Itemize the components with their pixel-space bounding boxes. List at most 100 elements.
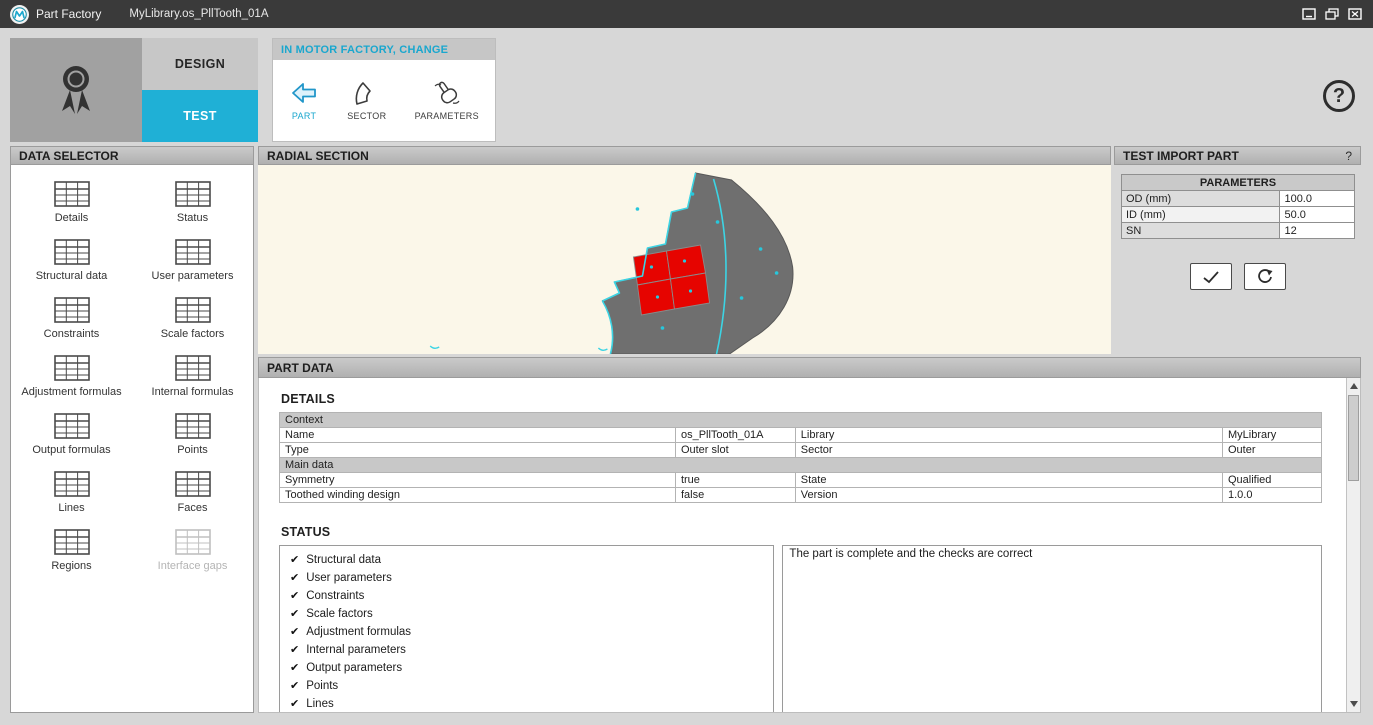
table-icon — [54, 181, 90, 207]
table-row: ID (mm) 50.0 — [1122, 207, 1355, 223]
app-logo-icon — [10, 5, 29, 24]
apply-button[interactable] — [1190, 263, 1232, 290]
sidebar-item-interface-gaps: Interface gaps — [132, 529, 253, 572]
status-heading: STATUS — [281, 525, 1336, 539]
table-icon — [175, 413, 211, 439]
sidebar-item-faces[interactable]: Faces — [132, 471, 253, 514]
sector-icon — [352, 80, 382, 106]
scroll-up-icon[interactable] — [1347, 379, 1360, 393]
table-section-row: Main data — [280, 458, 1322, 473]
reset-button[interactable] — [1244, 263, 1286, 290]
table-icon — [175, 471, 211, 497]
sidebar-item-lines[interactable]: Lines — [11, 471, 132, 514]
table-row: OD (mm) 100.0 — [1122, 191, 1355, 207]
sidebar-item-output-formulas[interactable]: Output formulas — [11, 413, 132, 456]
table-icon — [54, 297, 90, 323]
help-icon[interactable]: ? — [1323, 80, 1355, 112]
toolbar: DESIGN TEST IN MOTOR FACTORY, CHANGE PAR… — [0, 28, 1373, 146]
param-value-sn[interactable]: 12 — [1280, 223, 1355, 239]
list-item: ✔Internal parameters — [290, 641, 763, 659]
test-import-title-bar: TEST IMPORT PART ? — [1114, 146, 1361, 165]
sidebar-item-scale-factors[interactable]: Scale factors — [132, 297, 253, 340]
motor-factory-group: IN MOTOR FACTORY, CHANGE PART SECTOR — [272, 38, 496, 142]
data-selector-panel: DATA SELECTOR Details Status Structural … — [10, 146, 254, 713]
status-checklist: ✔Structural data ✔User parameters ✔Const… — [279, 545, 774, 712]
table-icon — [54, 355, 90, 381]
param-label: SN — [1122, 223, 1280, 239]
window-controls — [1301, 7, 1363, 21]
list-item: ✔Structural data — [290, 551, 763, 569]
list-item: ✔Scale factors — [290, 605, 763, 623]
table-row: Toothed winding design false Version 1.0… — [280, 488, 1322, 503]
scroll-down-icon[interactable] — [1347, 697, 1360, 711]
check-icon: ✔ — [290, 587, 299, 605]
table-section-row: Context — [280, 413, 1322, 428]
sidebar-item-regions[interactable]: Regions — [11, 529, 132, 572]
design-test-switch: DESIGN TEST — [142, 38, 258, 142]
check-icon: ✔ — [290, 695, 299, 712]
sidebar-item-internal-formulas[interactable]: Internal formulas — [132, 355, 253, 398]
param-label: OD (mm) — [1122, 191, 1280, 207]
part-data-title: PART DATA — [258, 357, 1361, 378]
part-data-content: DETAILS Context Name os_PllTooth_01A Lib… — [259, 378, 1346, 712]
table-row: Name os_PllTooth_01A Library MyLibrary — [280, 428, 1322, 443]
param-value-id[interactable]: 50.0 — [1280, 207, 1355, 223]
close-icon[interactable] — [1347, 7, 1363, 21]
table-icon — [54, 529, 90, 555]
test-import-help-icon[interactable]: ? — [1345, 149, 1352, 163]
table-icon — [54, 471, 90, 497]
table-icon — [175, 355, 211, 381]
data-selector-title: DATA SELECTOR — [10, 146, 254, 165]
data-selector-grid: Details Status Structural data User para… — [10, 165, 254, 713]
restore-icon[interactable] — [1324, 7, 1340, 21]
check-icon: ✔ — [290, 551, 299, 569]
part-button-label: PART — [292, 111, 316, 121]
test-tab[interactable]: TEST — [142, 90, 258, 142]
check-icon: ✔ — [290, 569, 299, 587]
sidebar-item-constraints[interactable]: Constraints — [11, 297, 132, 340]
table-icon — [175, 239, 211, 265]
status-message: The part is complete and the checks are … — [782, 545, 1322, 712]
check-icon: ✔ — [290, 641, 299, 659]
param-label: ID (mm) — [1122, 207, 1280, 223]
list-item: ✔Lines — [290, 695, 763, 712]
list-item: ✔Adjustment formulas — [290, 623, 763, 641]
vertical-scrollbar[interactable] — [1346, 378, 1360, 712]
titlebar: Part Factory MyLibrary.os_PllTooth_01A — [0, 0, 1373, 28]
details-heading: DETAILS — [281, 392, 1336, 406]
part-button[interactable]: PART — [285, 64, 323, 137]
param-value-od[interactable]: 100.0 — [1280, 191, 1355, 207]
list-item: ✔Constraints — [290, 587, 763, 605]
details-table: Context Name os_PllTooth_01A Library MyL… — [279, 412, 1322, 503]
sidebar-item-points[interactable]: Points — [132, 413, 253, 456]
sidebar-item-status[interactable]: Status — [132, 181, 253, 224]
radial-section-panel: RADIAL SECTION — [258, 146, 1111, 354]
test-import-panel: TEST IMPORT PART ? PARAMETERS OD (mm) 10… — [1114, 146, 1361, 354]
minimize-icon[interactable] — [1301, 7, 1317, 21]
table-icon — [175, 297, 211, 323]
test-import-title: TEST IMPORT PART — [1123, 149, 1239, 163]
document-title: MyLibrary.os_PllTooth_01A — [129, 8, 268, 20]
table-icon — [54, 239, 90, 265]
radial-section-canvas[interactable] — [258, 165, 1111, 354]
table-row: Symmetry true State Qualified — [280, 473, 1322, 488]
check-icon: ✔ — [290, 605, 299, 623]
app-window: Part Factory MyLibrary.os_PllTooth_01A — [0, 0, 1373, 725]
sidebar-item-structural-data[interactable]: Structural data — [11, 239, 132, 282]
qualification-medal-button[interactable] — [10, 38, 142, 142]
list-item: ✔Output parameters — [290, 659, 763, 677]
sector-button-label: SECTOR — [347, 111, 386, 121]
table-icon — [175, 529, 211, 555]
parameters-table: PARAMETERS OD (mm) 100.0 ID (mm) 50.0 — [1121, 174, 1355, 239]
design-tab[interactable]: DESIGN — [142, 38, 258, 90]
hand-parameters-icon — [431, 80, 463, 106]
table-row: SN 12 — [1122, 223, 1355, 239]
sidebar-item-adjustment-formulas[interactable]: Adjustment formulas — [11, 355, 132, 398]
reset-rotate-icon — [1256, 268, 1274, 286]
parameters-button[interactable]: PARAMETERS — [411, 64, 483, 137]
sector-button[interactable]: SECTOR — [343, 64, 390, 137]
sidebar-item-details[interactable]: Details — [11, 181, 132, 224]
sidebar-item-user-parameters[interactable]: User parameters — [132, 239, 253, 282]
check-icon: ✔ — [290, 677, 299, 695]
scrollbar-thumb[interactable] — [1348, 395, 1359, 481]
